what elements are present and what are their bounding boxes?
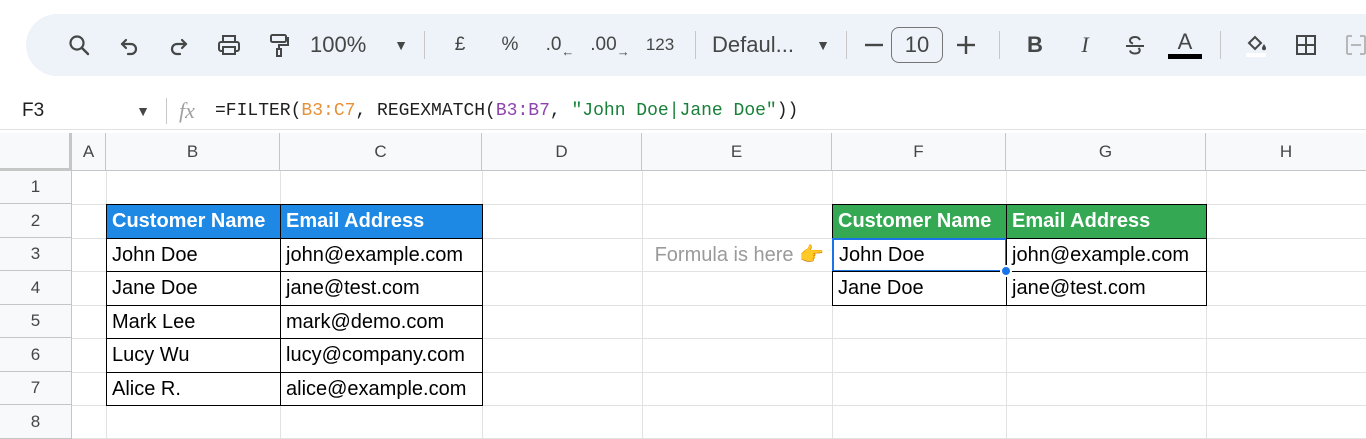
toolbar-divider	[846, 31, 847, 59]
column-header-b[interactable]: B	[106, 133, 280, 171]
select-all-corner[interactable]	[0, 133, 72, 171]
row-header-3[interactable]: 3	[0, 238, 72, 271]
formula-range-2: B3:B7	[495, 100, 550, 121]
currency-format-button[interactable]: £	[435, 27, 485, 63]
source-cell-email[interactable]: lucy@company.com	[280, 338, 483, 373]
formula-note[interactable]: Formula is here 👉	[642, 238, 832, 271]
source-header-name[interactable]: Customer Name	[106, 204, 281, 239]
toolbar-divider	[424, 31, 425, 59]
column-header-a[interactable]: A	[72, 133, 106, 171]
search-icon[interactable]	[54, 27, 104, 63]
source-cell-name[interactable]: Jane Doe	[106, 271, 281, 306]
formula-prefix: =FILTER(	[215, 100, 302, 121]
text-color-button[interactable]: A	[1160, 27, 1210, 63]
source-cell-name[interactable]: Alice R.	[106, 372, 281, 406]
column-header-e[interactable]: E	[642, 133, 832, 171]
borders-icon[interactable]	[1281, 27, 1331, 63]
spreadsheet-grid: A B C D E F G H 1 2 3 4 5 6 7 8 Customer…	[0, 133, 1366, 439]
row-header-4[interactable]: 4	[0, 271, 72, 305]
strikethrough-button[interactable]	[1110, 27, 1160, 63]
source-cell-name[interactable]: Mark Lee	[106, 305, 281, 339]
chevron-down-icon: ▼	[136, 102, 150, 119]
source-cell-email[interactable]: alice@example.com	[280, 372, 483, 406]
increase-decimal-button[interactable]: .00 →	[585, 27, 635, 63]
text-color-swatch	[1168, 54, 1202, 59]
toolbar-area: 100% ▼ £ % .0 ← .00 → 123 Defaul... ▼ 10…	[0, 0, 1366, 90]
toolbar-divider	[1220, 31, 1221, 59]
formula-input[interactable]: =FILTER(B3:C7, REGEXMATCH(B3:B7, "John D…	[215, 101, 798, 121]
italic-button[interactable]: I	[1060, 27, 1110, 63]
increase-decimal-label: .00	[590, 34, 617, 55]
toolbar: 100% ▼ £ % .0 ← .00 → 123 Defaul... ▼ 10…	[26, 14, 1366, 76]
source-cell-email[interactable]: john@example.com	[280, 238, 483, 272]
decrease-font-size-button[interactable]	[857, 27, 891, 63]
decrease-decimal-label: .0	[545, 34, 562, 55]
column-header-f[interactable]: F	[832, 133, 1006, 171]
result-cell-email[interactable]: john@example.com	[1006, 238, 1207, 272]
print-icon[interactable]	[204, 27, 254, 63]
formula-range-1: B3:C7	[301, 100, 356, 121]
toolbar-divider	[695, 31, 696, 59]
merge-cells-icon[interactable]	[1331, 27, 1366, 63]
selection-fill-handle[interactable]	[1000, 265, 1012, 277]
row-header-7[interactable]: 7	[0, 372, 72, 405]
arrow-right-icon: →	[616, 43, 630, 59]
formula-suffix: ))	[776, 100, 799, 121]
formula-mid: , REGEXMATCH(	[355, 100, 496, 121]
formula-separator: ,	[549, 100, 572, 121]
result-header-name[interactable]: Customer Name	[832, 204, 1007, 239]
column-header-g[interactable]: G	[1006, 133, 1206, 171]
row-header-2[interactable]: 2	[0, 204, 72, 238]
zoom-value: 100%	[310, 32, 367, 57]
row-header-5[interactable]: 5	[0, 305, 72, 338]
fx-icon: fx	[179, 97, 195, 123]
source-cell-email[interactable]: mark@demo.com	[280, 305, 483, 339]
redo-icon[interactable]	[154, 27, 204, 63]
column-header-d[interactable]: D	[482, 133, 642, 171]
arrow-left-icon: ←	[561, 43, 575, 59]
font-select[interactable]: Defaul... ▼	[706, 27, 836, 63]
source-cell-name[interactable]: John Doe	[106, 238, 281, 272]
increase-font-size-button[interactable]	[943, 27, 989, 63]
row-header-6[interactable]: 6	[0, 338, 72, 372]
formula-bar-divider	[166, 97, 167, 124]
name-box[interactable]: F3 ▼	[0, 100, 160, 122]
decrease-decimal-button[interactable]: .0 ←	[535, 27, 585, 63]
toolbar-divider	[999, 31, 1000, 59]
source-header-email[interactable]: Email Address	[280, 204, 483, 239]
formula-bar: F3 ▼ fx =FILTER(B3:C7, REGEXMATCH(B3:B7,…	[0, 92, 1366, 130]
font-value: Defaul...	[712, 32, 794, 57]
zoom-select[interactable]: 100% ▼	[304, 27, 414, 63]
fill-color-icon[interactable]	[1231, 27, 1281, 63]
result-cell-email[interactable]: jane@test.com	[1006, 271, 1207, 306]
result-header-email[interactable]: Email Address	[1006, 204, 1207, 239]
column-header-c[interactable]: C	[280, 133, 482, 171]
number-format-button[interactable]: 123	[635, 27, 685, 63]
cell-reference: F3	[22, 99, 45, 121]
font-size-input[interactable]: 10	[891, 27, 943, 63]
result-cell-name-selected[interactable]: John Doe	[832, 238, 1007, 272]
chevron-down-icon: ▼	[394, 37, 408, 53]
percent-format-button[interactable]: %	[485, 27, 535, 63]
source-cell-name[interactable]: Lucy Wu	[106, 338, 281, 373]
column-header-h[interactable]: H	[1206, 133, 1366, 171]
text-color-label: A	[1177, 29, 1193, 54]
paint-format-icon[interactable]	[254, 27, 304, 63]
formula-pattern: "John Doe|Jane Doe"	[571, 100, 777, 121]
chevron-down-icon: ▼	[816, 37, 830, 53]
row-header-8[interactable]: 8	[0, 405, 72, 439]
result-cell-name[interactable]: Jane Doe	[832, 271, 1007, 306]
row-header-1[interactable]: 1	[0, 171, 72, 204]
undo-icon[interactable]	[104, 27, 154, 63]
bold-button[interactable]: B	[1010, 27, 1060, 63]
source-cell-email[interactable]: jane@test.com	[280, 271, 483, 306]
